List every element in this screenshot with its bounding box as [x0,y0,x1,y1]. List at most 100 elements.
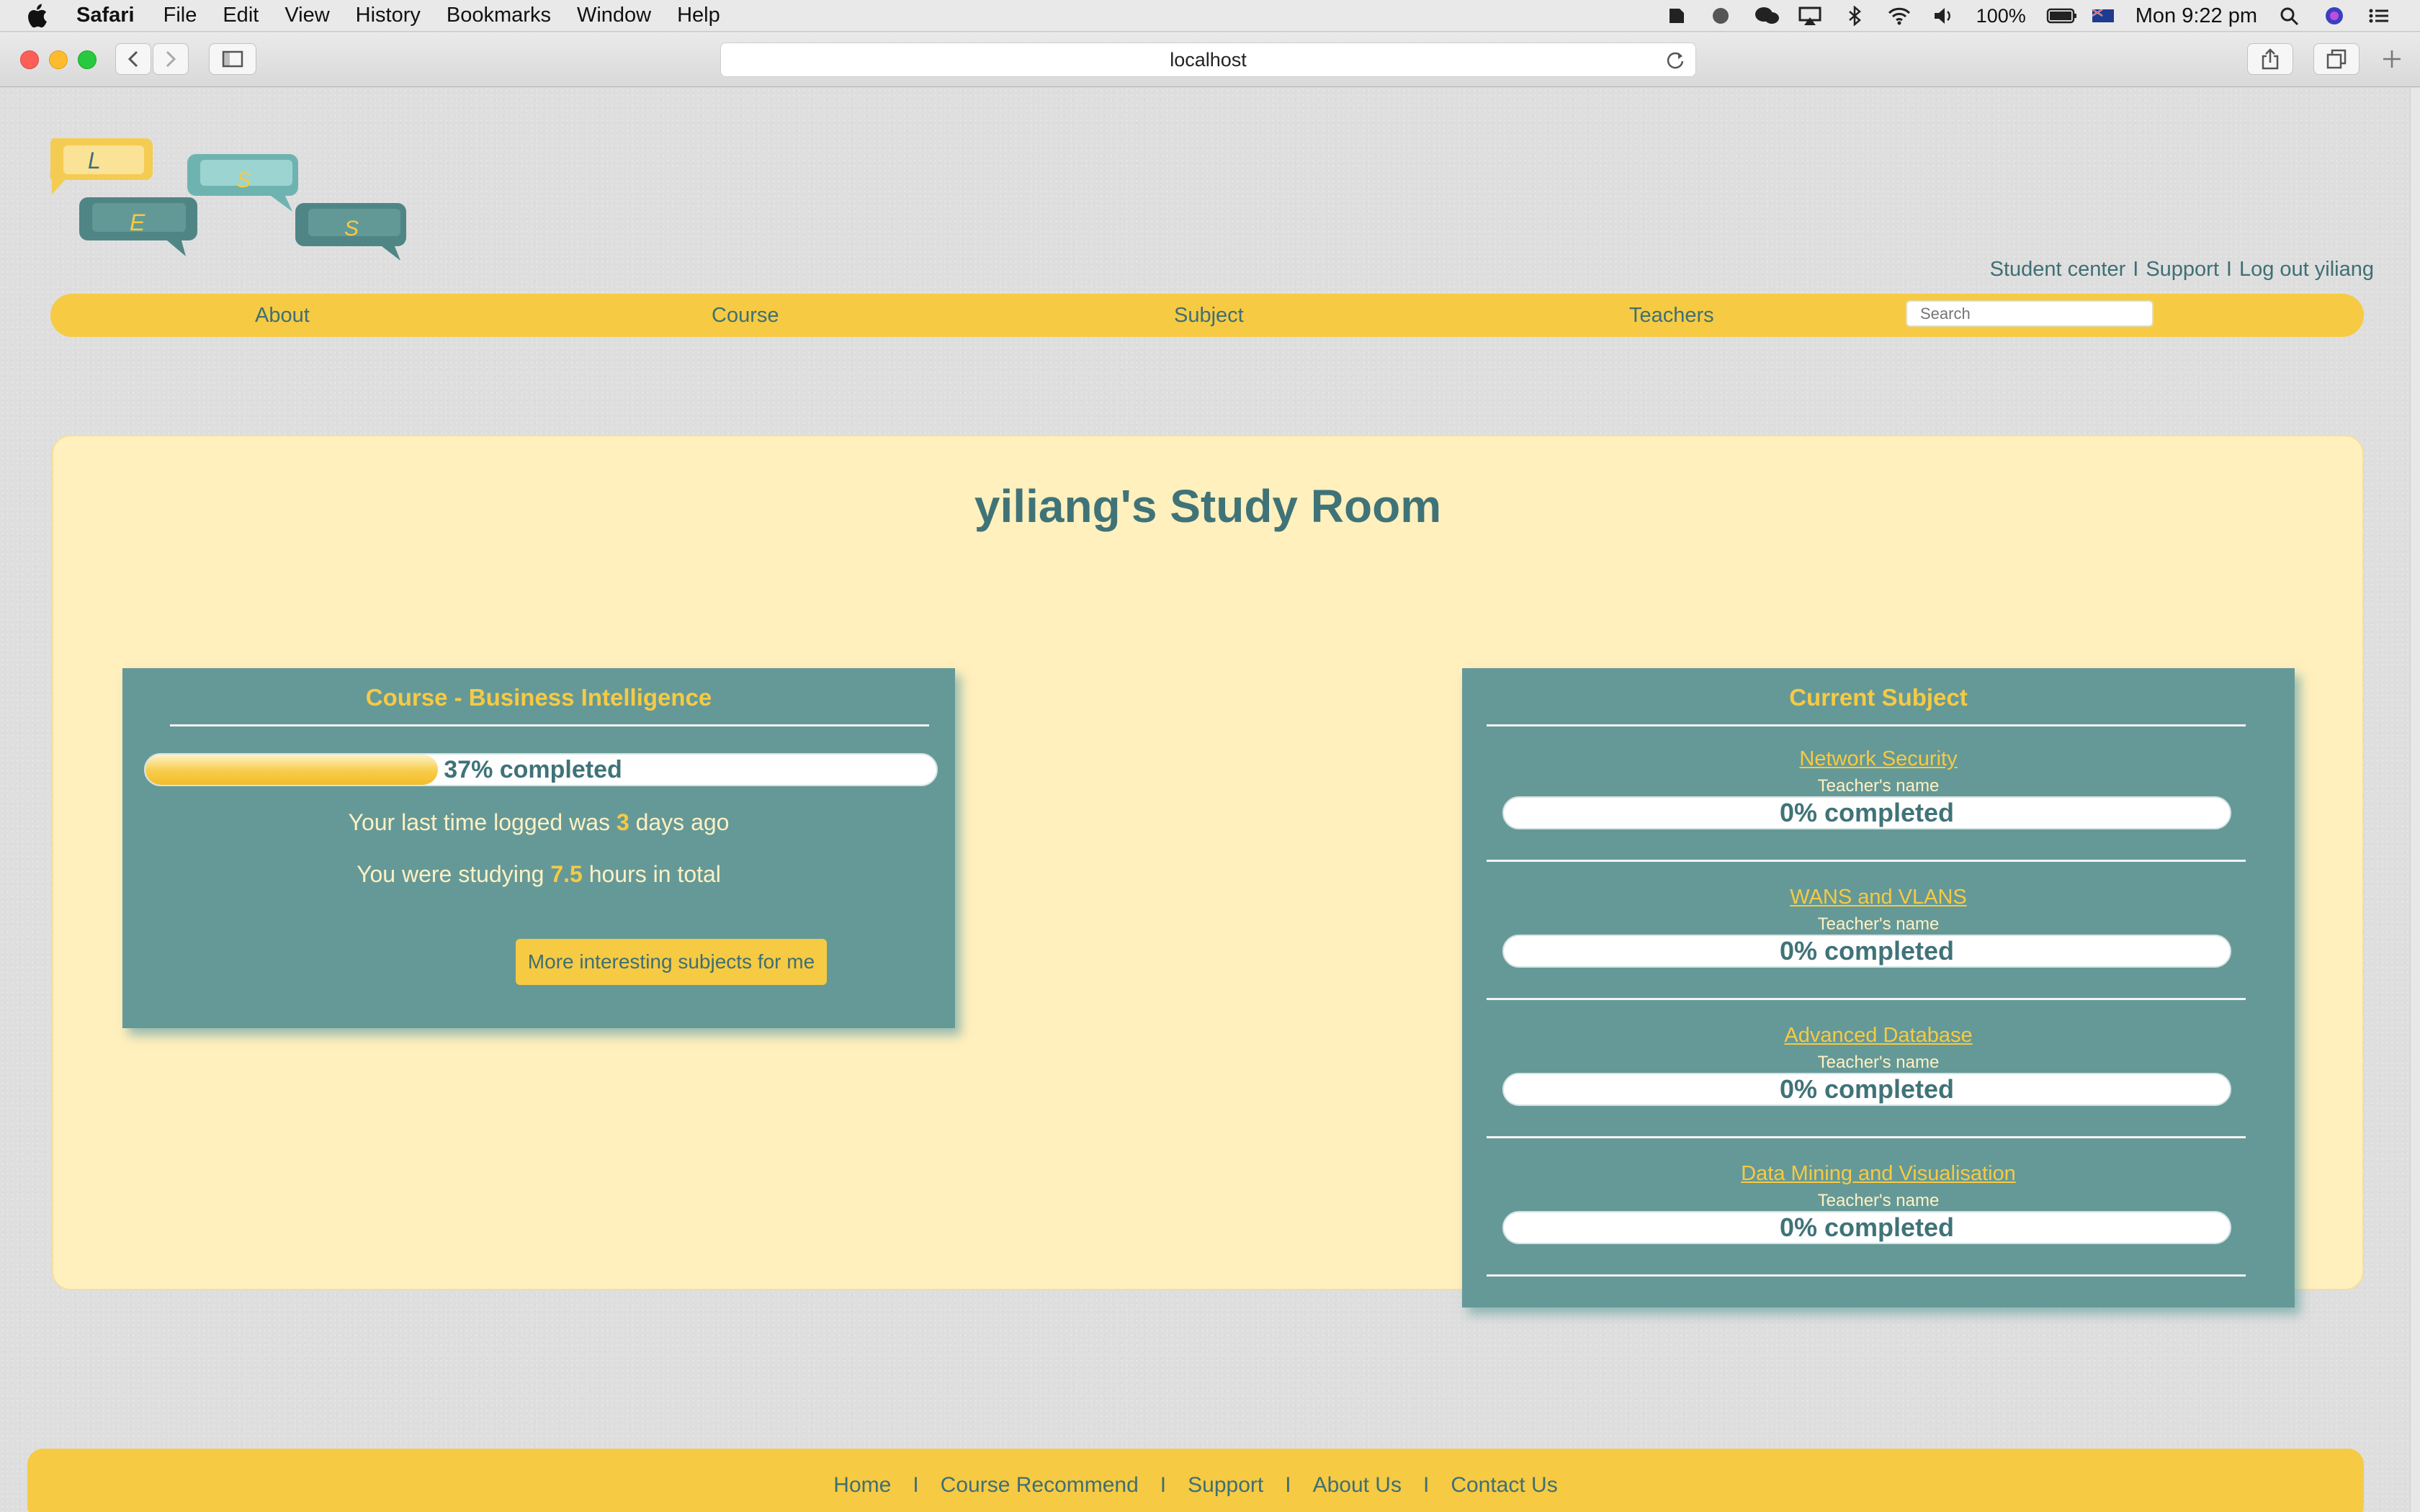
current-subject-card: Current Subject Network Security Teacher'… [1462,668,2295,1308]
zoom-window-button[interactable] [78,50,97,69]
forward-button[interactable] [153,43,189,75]
battery-percent: 100% [1976,4,2026,27]
subject-progress-bar: 0% completed [1502,1211,2231,1244]
support-link[interactable]: Support [2146,258,2219,282]
nav-course[interactable]: Course [712,304,779,328]
logout-link[interactable]: Log out yiliang [2239,258,2374,282]
svg-text:S: S [236,168,251,192]
study-room-panel: yiliang's Study Room Course - Business I… [52,435,2364,1308]
siri-icon[interactable] [2322,6,2347,26]
student-center-link[interactable]: Student center [1990,258,2126,282]
menu-edit[interactable]: Edit [223,4,259,27]
nav-teachers[interactable]: Teachers [1629,304,1714,328]
address-bar[interactable]: localhost [720,42,1696,77]
last-login-text: Your last time logged was 3 days ago [122,809,955,836]
wifi-icon[interactable] [1887,6,1912,26]
divider [1487,998,2246,1000]
search-input[interactable] [1906,300,2154,327]
nav-about[interactable]: About [255,304,310,328]
menu-history[interactable]: History [356,4,421,27]
site-logo[interactable]: L E S S [45,132,419,262]
tabs-icon [2326,49,2347,69]
tabs-overview-button[interactable] [2313,43,2360,75]
footer-course-recommend-link[interactable]: Course Recommend [941,1473,1139,1498]
apple-icon[interactable] [26,1,55,30]
menu-app-name[interactable]: Safari [76,4,135,27]
last-login-value: 3 [616,809,629,835]
notification-center-icon[interactable] [2367,6,2391,26]
course-progress-bar: 37% completed [144,753,938,786]
course-progress-label: 37% completed [444,755,622,783]
subject-progress-label: 0% completed [1779,936,1955,966]
footer-separator: I [1160,1473,1167,1497]
subject-link[interactable]: Network Security [1462,747,2295,771]
footer-support-link[interactable]: Support [1188,1473,1263,1498]
teacher-name: Teacher's name [1817,1191,1940,1210]
nav-subject[interactable]: Subject [1174,304,1244,328]
close-window-button[interactable] [20,50,39,69]
study-hours-suffix: hours in total [588,861,721,887]
wechat-icon[interactable] [1753,6,1779,26]
last-login-prefix: Your last time logged was [348,809,610,835]
web-page: L E S S Student center I Support I Log o… [0,88,2410,1512]
subject-link[interactable]: WANS and VLANS [1462,886,2295,909]
link-separator: I [2133,258,2139,281]
divider [1487,1274,2246,1277]
course-title: Course - Business Intelligence [365,684,712,711]
menu-bookmarks[interactable]: Bookmarks [447,4,551,27]
airplay-icon[interactable] [1798,6,1822,26]
volume-icon[interactable] [1932,6,1956,26]
subject-progress-label: 0% completed [1779,1212,1955,1242]
teacher-name: Teacher's name [1817,776,1940,796]
battery-icon[interactable] [2046,6,2076,26]
page-scrollbar[interactable] [2410,88,2420,1512]
divider [170,724,929,726]
svg-text:E: E [130,210,145,235]
teacher-name: Teacher's name [1817,1053,1940,1072]
study-hours-prefix: You were studying [357,861,544,887]
footer-about-us-link[interactable]: About Us [1313,1473,1402,1498]
footer-contact-us-link[interactable]: Contact Us [1451,1473,1557,1498]
menu-file[interactable]: File [163,4,197,27]
share-button[interactable] [2247,43,2293,75]
subject-progress-bar: 0% completed [1502,1073,2231,1106]
menu-view[interactable]: View [284,4,329,27]
browser-toolbar: localhost [0,32,2420,87]
menu-help[interactable]: Help [677,4,720,27]
minimize-window-button[interactable] [49,50,68,69]
chevron-left-icon [127,50,138,68]
spotlight-search-icon[interactable] [2277,6,2302,26]
page-title: yiliang's Study Room [974,480,1442,532]
svg-text:S: S [344,217,359,240]
subject-link[interactable]: Advanced Database [1462,1024,2295,1048]
subject-progress-bar: 0% completed [1502,935,2231,968]
reload-icon[interactable] [1665,50,1685,75]
back-button[interactable] [115,43,151,75]
bluetooth-icon[interactable] [1842,5,1867,27]
footer-separator: I [913,1473,919,1497]
url-text: localhost [1170,48,1247,71]
footer-separator: I [1422,1473,1430,1497]
study-hours-value: 7.5 [550,861,583,887]
footer-separator: I [1285,1473,1291,1497]
account-links: Student center I Support I Log out yilia… [1990,258,2374,282]
more-subjects-button[interactable]: More interesting subjects for me [516,939,827,985]
menubar-clock[interactable]: Mon 9:22 pm [2136,4,2257,28]
flag-icon[interactable] [2091,6,2115,26]
divider [1487,724,2246,726]
new-tab-icon[interactable] [2381,48,2403,73]
course-progress-fill [145,755,439,785]
subject-progress-label: 0% completed [1779,1074,1955,1104]
logo-bubble-e: E [79,197,197,256]
menu-window[interactable]: Window [577,4,651,27]
site-footer: Home I Course Recommend I Support I Abou… [27,1449,2364,1512]
share-icon [2262,48,2279,70]
sidebar-icon [222,50,243,68]
course-card: Course - Business Intelligence 37% compl… [122,668,955,1028]
evernote-icon[interactable] [1664,6,1688,26]
subject-progress-bar: 0% completed [1502,796,2231,829]
subject-link[interactable]: Data Mining and Visualisation [1462,1162,2295,1186]
sidebar-toggle-button[interactable] [209,43,256,75]
status-circle-icon[interactable] [1708,6,1733,26]
footer-home-link[interactable]: Home [833,1473,891,1498]
